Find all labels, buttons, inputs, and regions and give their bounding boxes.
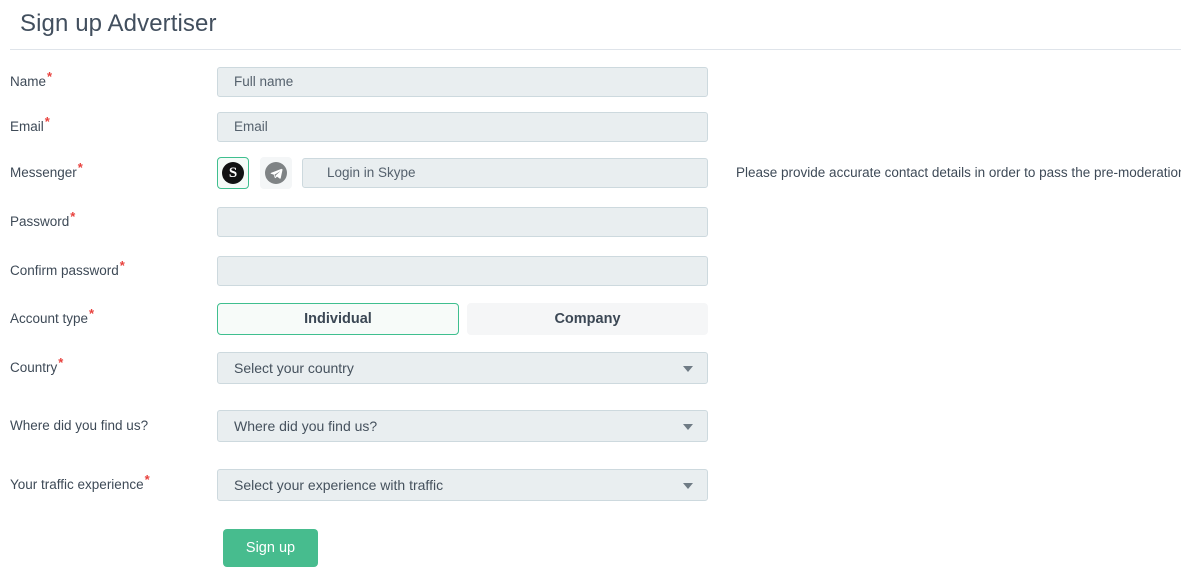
required-asterisk: *: [70, 208, 76, 224]
form-row-messenger: Messenger* S Login in Skype Please provi…: [0, 157, 1181, 191]
messenger-option-telegram[interactable]: [260, 157, 292, 189]
required-asterisk: *: [77, 159, 83, 175]
form-row-password: Password*: [0, 207, 1181, 237]
sign-up-button[interactable]: Sign up: [223, 529, 318, 567]
form-row-submit: Sign up: [0, 529, 1181, 567]
label-password-text: Password: [10, 214, 70, 229]
page-title: Sign up Advertiser: [20, 10, 217, 37]
label-traffic-experience: Your traffic experience*: [10, 469, 150, 501]
required-asterisk: *: [44, 113, 50, 129]
telegram-icon: [265, 162, 287, 184]
country-select[interactable]: Select your country: [217, 352, 708, 384]
label-messenger-text: Messenger: [10, 165, 77, 180]
chevron-down-icon: [683, 483, 693, 489]
required-asterisk: *: [89, 305, 95, 321]
label-country: Country*: [10, 352, 63, 384]
label-account-type: Account type*: [10, 303, 94, 335]
label-messenger: Messenger*: [10, 157, 83, 189]
messenger-option-skype[interactable]: S: [217, 157, 249, 189]
label-email-text: Email: [10, 119, 44, 134]
label-traffic-experience-text: Your traffic experience: [10, 477, 144, 492]
required-asterisk: *: [47, 68, 53, 84]
label-name-text: Name: [10, 74, 47, 89]
account-type-individual-button[interactable]: Individual: [217, 303, 459, 335]
form-row-account-type: Account type* Individual Company: [0, 303, 1181, 337]
form-row-find-us: Where did you find us? Where did you fin…: [0, 410, 1181, 444]
name-input[interactable]: Full name: [217, 67, 708, 97]
skype-icon: S: [222, 162, 244, 184]
required-asterisk: *: [144, 471, 150, 487]
messenger-login-input[interactable]: Login in Skype: [302, 158, 708, 188]
account-type-company-button[interactable]: Company: [467, 303, 708, 335]
required-asterisk: *: [58, 354, 64, 370]
label-password: Password*: [10, 207, 75, 237]
label-name: Name*: [10, 67, 52, 97]
country-select-value: Select your country: [234, 360, 354, 376]
email-input[interactable]: Email: [217, 112, 708, 142]
label-country-text: Country: [10, 360, 58, 375]
form-row-email: Email* Email: [0, 112, 1181, 142]
label-find-us: Where did you find us?: [10, 410, 148, 442]
messenger-login-placeholder: Login in Skype: [327, 165, 416, 180]
chevron-down-icon: [683, 424, 693, 430]
form-row-country: Country* Select your country: [0, 352, 1181, 386]
form-row-confirm-password: Confirm password*: [0, 256, 1181, 286]
form-row-traffic-experience: Your traffic experience* Select your exp…: [0, 469, 1181, 503]
required-asterisk: *: [119, 257, 125, 273]
label-find-us-text: Where did you find us?: [10, 418, 149, 433]
find-us-select[interactable]: Where did you find us?: [217, 410, 708, 442]
form-row-name: Name* Full name: [0, 67, 1181, 97]
name-input-placeholder: Full name: [234, 74, 294, 89]
traffic-experience-select[interactable]: Select your experience with traffic: [217, 469, 708, 501]
email-input-placeholder: Email: [234, 119, 268, 134]
traffic-experience-select-value: Select your experience with traffic: [234, 477, 444, 493]
password-input[interactable]: [217, 207, 708, 237]
find-us-select-value: Where did you find us?: [234, 418, 378, 434]
label-account-type-text: Account type: [10, 311, 89, 326]
confirm-password-input[interactable]: [217, 256, 708, 286]
label-confirm-password: Confirm password*: [10, 256, 125, 286]
chevron-down-icon: [683, 366, 693, 372]
contact-details-hint: Please provide accurate contact details …: [736, 165, 1181, 180]
label-email: Email*: [10, 112, 50, 142]
header-divider: [10, 49, 1181, 50]
label-confirm-password-text: Confirm password: [10, 263, 119, 278]
